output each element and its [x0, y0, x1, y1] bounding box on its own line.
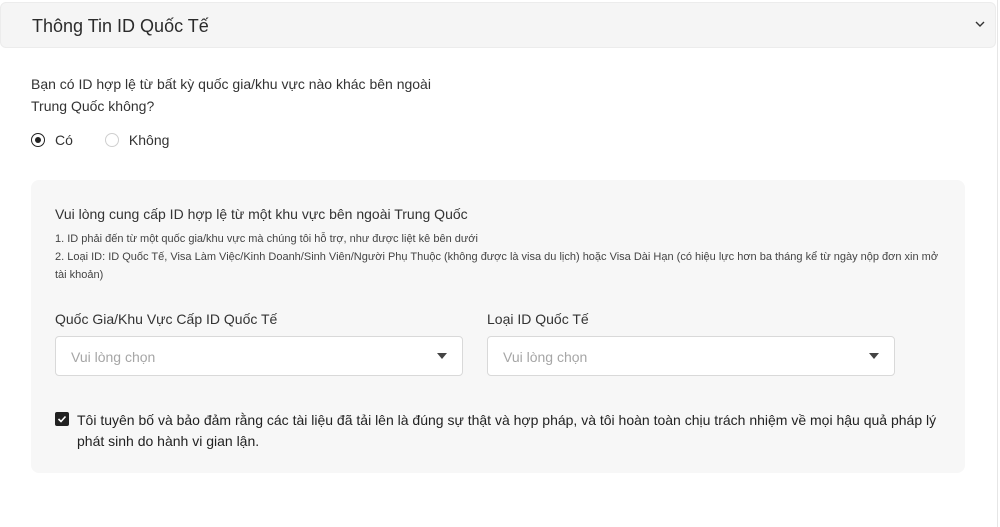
section-header[interactable]: Thông Tin ID Quốc Tế [0, 2, 996, 48]
radio-option-yes[interactable]: Có [31, 132, 73, 148]
declaration-text: Tôi tuyên bố và bảo đảm rằng các tài liệ… [77, 412, 937, 449]
radio-option-no[interactable]: Không [104, 132, 170, 148]
declaration-checkbox[interactable] [55, 412, 69, 426]
country-select-placeholder: Vui lòng chọn [71, 349, 156, 365]
requirement-note-2: 2. Loại ID: ID Quốc Tế, Visa Làm Việc/Ki… [55, 251, 939, 281]
id-question: Bạn có ID hợp lệ từ bất kỳ quốc gia/khu … [31, 73, 451, 117]
id-type-select[interactable]: Vui lòng chọn [487, 336, 895, 376]
country-field-label: Quốc Gia/Khu Vực Cấp ID Quốc Tế [55, 311, 278, 327]
section-title: Thông Tin ID Quốc Tế [32, 16, 209, 36]
country-select[interactable]: Vui lòng chọn [55, 336, 463, 376]
id-type-select-placeholder: Vui lòng chọn [503, 349, 588, 365]
panel-intro: Vui lòng cung cấp ID hợp lệ từ một khu v… [55, 206, 468, 222]
caret-down-icon [437, 353, 447, 359]
id-details-panel: Vui lòng cung cấp ID hợp lệ từ một khu v… [31, 180, 965, 473]
radio-checked-icon[interactable] [31, 133, 45, 147]
chevron-down-icon[interactable] [973, 17, 987, 31]
radio-unchecked-icon[interactable] [104, 133, 119, 147]
radio-group: Có Không [31, 130, 169, 150]
id-question-line2: Trung Quốc không? [31, 98, 155, 114]
checkmark-icon [57, 415, 67, 423]
international-id-section: Thông Tin ID Quốc Tế Bạn có ID hợp lệ từ… [0, 0, 998, 527]
caret-down-icon [869, 353, 879, 359]
requirement-note-1: 1. ID phải đến từ một quốc gia/khu vực m… [55, 233, 478, 245]
radio-label-yes: Có [55, 132, 73, 148]
id-type-field-label: Loại ID Quốc Tế [487, 311, 589, 327]
radio-label-no: Không [128, 132, 170, 148]
id-question-line1: Bạn có ID hợp lệ từ bất kỳ quốc gia/khu … [31, 76, 431, 92]
